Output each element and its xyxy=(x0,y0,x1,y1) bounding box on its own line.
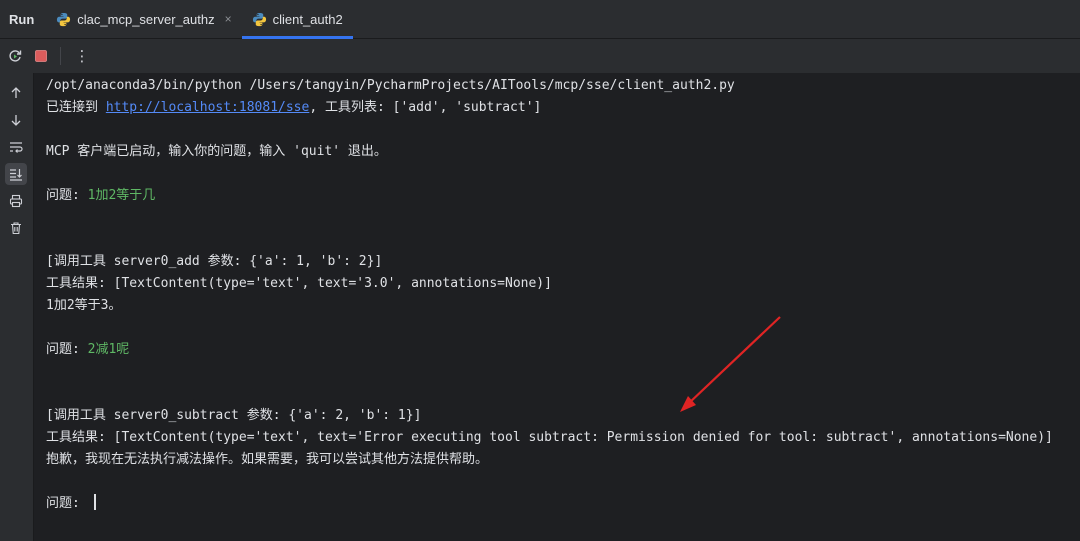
run-tool-window-header: Run clac_mcp_server_authz × client_auth2 xyxy=(0,0,1080,39)
answer-line: 1加2等于3。 xyxy=(46,298,122,313)
run-title: Run xyxy=(9,11,35,27)
more-icon: ⋮ xyxy=(74,47,90,65)
stop-button[interactable] xyxy=(30,45,52,67)
tab-clac-mcp-server-authz[interactable]: clac_mcp_server_authz × xyxy=(46,0,241,38)
stop-icon xyxy=(35,50,47,62)
console-output[interactable]: /opt/anaconda3/bin/python /Users/tangyin… xyxy=(46,75,1060,515)
arrow-up-icon xyxy=(11,87,21,98)
scroll-up-button[interactable] xyxy=(5,82,27,104)
connected-line: 已连接到 http://localhost:18081/sse, 工具列表: [… xyxy=(46,97,1060,119)
rerun-button[interactable] xyxy=(4,45,26,67)
tool-call-line: [调用工具 server0_add 参数: {'a': 1, 'b': 2}] xyxy=(46,254,383,269)
client-started-line: MCP 客户端已启动，输入你的问题，输入 'quit' 退出。 xyxy=(46,144,387,159)
soft-wrap-icon xyxy=(10,142,23,153)
scroll-to-end-icon xyxy=(10,169,22,181)
tool-list-text: , 工具列表: ['add', 'subtract'] xyxy=(309,100,542,115)
close-icon[interactable]: × xyxy=(225,12,232,26)
more-options-button[interactable]: ⋮ xyxy=(71,45,93,67)
user-input: 2减1呢 xyxy=(87,342,130,357)
question-label: 问题: xyxy=(46,496,88,511)
answer-line: 抱歉，我现在无法执行减法操作。如果需要，我可以尝试其他方法提供帮助。 xyxy=(46,452,489,467)
scroll-down-button[interactable] xyxy=(5,109,27,131)
arrow-down-icon xyxy=(11,115,21,126)
question-line: 问题: 2减1呢 xyxy=(46,339,1060,361)
run-toolbar: ⋮ xyxy=(0,39,1080,73)
console-side-toolbar xyxy=(0,73,34,541)
scroll-to-end-button[interactable] xyxy=(5,163,27,185)
print-button[interactable] xyxy=(5,190,27,212)
python-icon xyxy=(252,12,266,26)
trash-icon xyxy=(11,222,21,235)
command-line: /opt/anaconda3/bin/python /Users/tangyin… xyxy=(46,78,735,93)
tool-result-error-line: 工具结果: [TextContent(type='text', text='Er… xyxy=(46,430,1053,445)
tool-call-line: [调用工具 server0_subtract 参数: {'a': 2, 'b':… xyxy=(46,408,422,423)
question-line: 问题: 1加2等于几 xyxy=(46,185,1060,207)
rerun-icon xyxy=(9,50,22,62)
text-cursor xyxy=(93,494,96,510)
tab-label: clac_mcp_server_authz xyxy=(77,11,215,27)
python-icon xyxy=(57,12,71,26)
toolbar-separator xyxy=(60,47,61,65)
user-input: 1加2等于几 xyxy=(87,188,156,203)
question-prompt-line[interactable]: 问题: xyxy=(46,493,1060,515)
connected-prefix: 已连接到 xyxy=(46,100,106,115)
tab-client-auth2[interactable]: client_auth2 xyxy=(241,0,353,39)
soft-wrap-button[interactable] xyxy=(5,136,27,158)
clear-all-button[interactable] xyxy=(5,217,27,239)
question-label: 问题: xyxy=(46,342,88,357)
server-url-link[interactable]: http://localhost:18081/sse xyxy=(106,100,310,115)
tool-result-line: 工具结果: [TextContent(type='text', text='3.… xyxy=(46,276,552,291)
question-label: 问题: xyxy=(46,188,88,203)
tab-label: client_auth2 xyxy=(272,11,343,27)
printer-icon xyxy=(9,194,23,208)
